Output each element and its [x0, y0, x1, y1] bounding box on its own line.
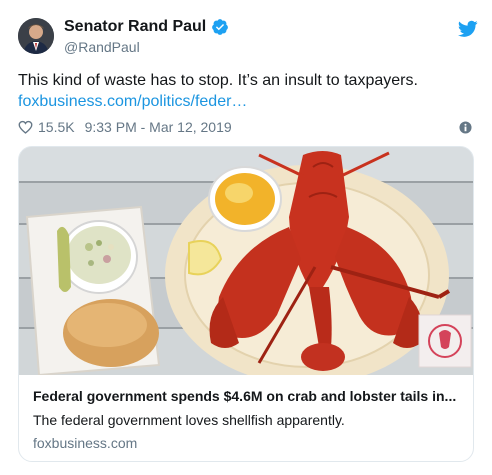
verified-badge-icon	[212, 19, 229, 35]
twitter-bird-icon[interactable]	[458, 20, 478, 38]
timestamp[interactable]: 9:33 PM - Mar 12, 2019	[85, 119, 232, 135]
display-name[interactable]: Senator Rand Paul	[64, 18, 206, 36]
card-domain: foxbusiness.com	[33, 435, 138, 451]
tweet-text: This kind of waste has to stop. It’s an …	[18, 72, 418, 89]
card-image[interactable]	[19, 147, 474, 375]
name-row: Senator Rand Paul	[64, 18, 229, 36]
avatar[interactable]	[18, 18, 54, 54]
info-icon[interactable]	[459, 121, 472, 134]
tweet-meta: 15.5K 9:33 PM - Mar 12, 2019	[18, 119, 232, 135]
card-title[interactable]: Federal government spends $4.6M on crab …	[33, 388, 456, 404]
tweet-link[interactable]: foxbusiness.com/politics/feder…	[18, 93, 247, 111]
heart-icon[interactable]	[18, 120, 33, 134]
card-description: The federal government loves shellfish a…	[33, 412, 345, 428]
handle[interactable]: @RandPaul	[64, 39, 140, 55]
link-card[interactable]: Federal government spends $4.6M on crab …	[18, 146, 474, 462]
like-count[interactable]: 15.5K	[38, 119, 75, 135]
tweet: Senator Rand Paul @RandPaul This kind of…	[0, 0, 492, 475]
